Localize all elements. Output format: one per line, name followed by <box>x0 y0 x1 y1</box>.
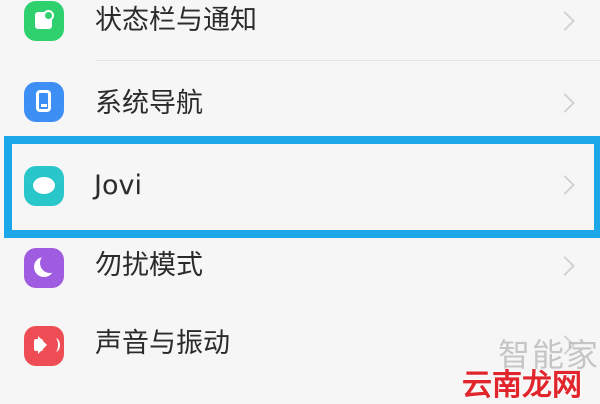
navigation-icon <box>24 82 64 122</box>
chevron-right-icon <box>555 175 575 195</box>
chevron-right-icon <box>555 11 575 31</box>
chevron-right-icon <box>555 93 575 113</box>
divider <box>95 60 600 61</box>
settings-item-jovi[interactable]: Jovi <box>0 142 600 228</box>
settings-item-status-bar[interactable]: 状态栏与通知 <box>0 0 600 60</box>
speaker-icon <box>24 326 64 366</box>
settings-item-label: 勿扰模式 <box>95 250 203 281</box>
moon-icon <box>24 248 64 288</box>
chevron-right-icon <box>555 256 575 276</box>
settings-item-label: 状态栏与通知 <box>95 5 257 36</box>
jovi-icon <box>24 166 64 206</box>
watermark-bottom-text: 云南龙网 <box>462 368 582 403</box>
settings-item-label: 声音与振动 <box>95 328 230 359</box>
settings-item-system-navigation[interactable]: 系统导航 <box>0 64 600 142</box>
settings-item-do-not-disturb[interactable]: 勿扰模式 <box>0 228 600 306</box>
settings-item-label: Jovi <box>94 170 142 201</box>
settings-item-label: 系统导航 <box>95 88 203 119</box>
status-bar-icon <box>24 1 64 41</box>
